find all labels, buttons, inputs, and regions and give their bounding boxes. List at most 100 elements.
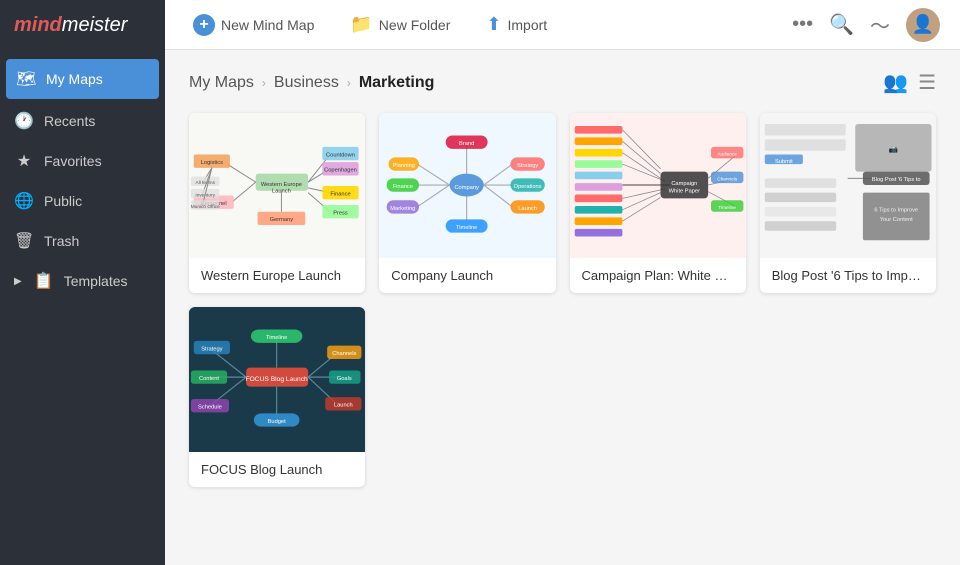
svg-text:Audience: Audience xyxy=(717,151,737,157)
card-focus-blog[interactable]: FOCUS Blog Launch Strategy Content Sched… xyxy=(189,307,365,487)
card-label-5: FOCUS Blog Launch xyxy=(189,452,365,487)
new-mind-map-label: New Mind Map xyxy=(221,17,314,33)
sidebar-item-label: Public xyxy=(44,193,82,209)
svg-text:Western Europe: Western Europe xyxy=(261,182,302,188)
search-icon[interactable]: 🔍 xyxy=(829,12,854,37)
chevron-right-icon: ▶ xyxy=(14,276,22,287)
trash-icon: 🗑 xyxy=(14,231,34,251)
add-icon: + xyxy=(193,14,215,36)
svg-text:Finance: Finance xyxy=(330,192,350,198)
card-label-1: Western Europe Launch xyxy=(189,258,365,293)
svg-text:Campaign: Campaign xyxy=(671,181,697,187)
card-campaign-plan[interactable]: Campaign White Paper Audience Channels T… xyxy=(570,113,746,293)
breadcrumb-sep-1: › xyxy=(262,76,266,90)
svg-text:White Paper: White Paper xyxy=(668,189,699,195)
cards-grid: Western Europe Launch Logistics Personne… xyxy=(189,113,936,487)
favorites-icon: ★ xyxy=(14,151,34,171)
topbar: + New Mind Map 📁 New Folder ⬆ Import •••… xyxy=(165,0,960,50)
svg-text:Marketing: Marketing xyxy=(391,206,416,212)
svg-text:FOCUS Blog Launch: FOCUS Blog Launch xyxy=(246,376,308,383)
breadcrumb-bar: My Maps › Business › Marketing 👥 ☰ xyxy=(189,70,936,95)
svg-text:Launch: Launch xyxy=(334,403,353,409)
sidebar-item-my-maps[interactable]: 🗺 My Maps xyxy=(6,59,159,99)
svg-text:Strategy: Strategy xyxy=(201,346,222,352)
svg-text:Countdown: Countdown xyxy=(326,152,355,158)
card-thumb-4: 📷 Submit Blog Post '6 Tips to 6 Tips to … xyxy=(760,113,936,258)
activity-icon[interactable]: 〜 xyxy=(870,10,890,39)
svg-text:Schedule: Schedule xyxy=(198,405,222,411)
map-icon: 🗺 xyxy=(16,69,36,89)
sidebar-item-templates[interactable]: ▶ 📋 Templates xyxy=(0,261,165,301)
sidebar-item-public[interactable]: 🌐 Public xyxy=(0,181,165,221)
card-thumb-2: Company Planning Finance Marketing xyxy=(379,113,555,258)
breadcrumb-business[interactable]: Business xyxy=(274,74,339,92)
svg-text:Munich Office: Munich Office xyxy=(191,204,220,210)
svg-text:📷: 📷 xyxy=(888,145,898,154)
breadcrumb-my-maps[interactable]: My Maps xyxy=(189,74,254,92)
import-button[interactable]: ⬆ Import xyxy=(478,8,555,41)
sidebar-item-label: Recents xyxy=(44,113,95,129)
logo: mindmeister xyxy=(0,0,165,51)
card-thumb-5: FOCUS Blog Launch Strategy Content Sched… xyxy=(189,307,365,452)
svg-text:Content: Content xyxy=(199,376,219,382)
svg-text:Channels: Channels xyxy=(717,176,738,182)
sidebar-item-label: Favorites xyxy=(44,153,102,169)
new-folder-label: New Folder xyxy=(379,17,451,33)
card-label-3: Campaign Plan: White Paper Launch xyxy=(570,258,746,293)
svg-text:Timeline: Timeline xyxy=(266,335,287,341)
more-options-icon[interactable]: ••• xyxy=(792,13,813,36)
svg-text:Copenhagen: Copenhagen xyxy=(324,168,357,174)
card-label-2: Company Launch xyxy=(379,258,555,293)
svg-text:Planning: Planning xyxy=(393,163,415,169)
card-thumb-1: Western Europe Launch Logistics Personne… xyxy=(189,113,365,258)
breadcrumb-sep-2: › xyxy=(347,76,351,90)
sidebar-item-label: My Maps xyxy=(46,71,103,87)
svg-text:Company: Company xyxy=(455,185,480,191)
folder-icon: 📁 xyxy=(350,14,372,35)
avatar[interactable]: 👤 xyxy=(906,8,940,42)
sidebar-item-label: Templates xyxy=(64,273,128,289)
svg-text:Timeline: Timeline xyxy=(456,225,477,231)
svg-text:Launch: Launch xyxy=(519,206,538,212)
view-options-icon[interactable]: ☰ xyxy=(918,70,936,95)
card-western-europe[interactable]: Western Europe Launch Logistics Personne… xyxy=(189,113,365,293)
import-label: Import xyxy=(507,17,547,33)
sidebar-item-label: Trash xyxy=(44,233,79,249)
svg-text:Logistics: Logistics xyxy=(201,160,223,166)
breadcrumb-actions: 👥 ☰ xyxy=(883,70,936,95)
card-blog-post[interactable]: 📷 Submit Blog Post '6 Tips to 6 Tips to … xyxy=(760,113,936,293)
svg-text:Timeline: Timeline xyxy=(718,205,736,211)
card-company-launch[interactable]: Company Planning Finance Marketing xyxy=(379,113,555,293)
svg-text:Finance: Finance xyxy=(393,184,413,190)
svg-text:Brand: Brand xyxy=(459,141,474,147)
svg-text:Strategy: Strategy xyxy=(517,163,538,169)
sidebar-item-favorites[interactable]: ★ Favorites xyxy=(0,141,165,181)
topbar-right: ••• 🔍 〜 👤 xyxy=(792,8,940,42)
svg-text:Budget: Budget xyxy=(268,419,286,425)
card-label-4: Blog Post '6 Tips to Improve Your ... xyxy=(760,258,936,293)
svg-text:Submit: Submit xyxy=(775,159,793,165)
share-icon[interactable]: 👥 xyxy=(883,70,908,95)
main-content: + New Mind Map 📁 New Folder ⬆ Import •••… xyxy=(165,0,960,565)
sidebar-nav: 🗺 My Maps 🕐 Recents ★ Favorites 🌐 Public… xyxy=(0,51,165,301)
breadcrumb: My Maps › Business › Marketing xyxy=(189,74,434,92)
breadcrumb-current: Marketing xyxy=(359,74,435,92)
sidebar: mindmeister 🗺 My Maps 🕐 Recents ★ Favori… xyxy=(0,0,165,565)
svg-text:6 Tips to Improve: 6 Tips to Improve xyxy=(874,208,918,214)
sidebar-item-recents[interactable]: 🕐 Recents xyxy=(0,101,165,141)
card-thumb-3: Campaign White Paper Audience Channels T… xyxy=(570,113,746,258)
svg-text:Your Content: Your Content xyxy=(879,217,912,223)
content-area: My Maps › Business › Marketing 👥 ☰ Weste… xyxy=(165,50,960,565)
svg-text:Blog Post '6 Tips to: Blog Post '6 Tips to xyxy=(872,177,921,183)
sidebar-item-trash[interactable]: 🗑 Trash xyxy=(0,221,165,261)
new-mind-map-button[interactable]: + New Mind Map xyxy=(185,8,322,42)
svg-text:Germany: Germany xyxy=(270,217,294,223)
templates-icon: 📋 xyxy=(34,271,54,291)
svg-text:Channels: Channels xyxy=(332,351,356,357)
svg-text:Goals: Goals xyxy=(337,376,352,382)
svg-text:Operations: Operations xyxy=(514,184,542,190)
import-icon: ⬆ xyxy=(486,14,501,35)
public-icon: 🌐 xyxy=(14,191,34,211)
new-folder-button[interactable]: 📁 New Folder xyxy=(342,8,458,41)
recents-icon: 🕐 xyxy=(14,111,34,131)
